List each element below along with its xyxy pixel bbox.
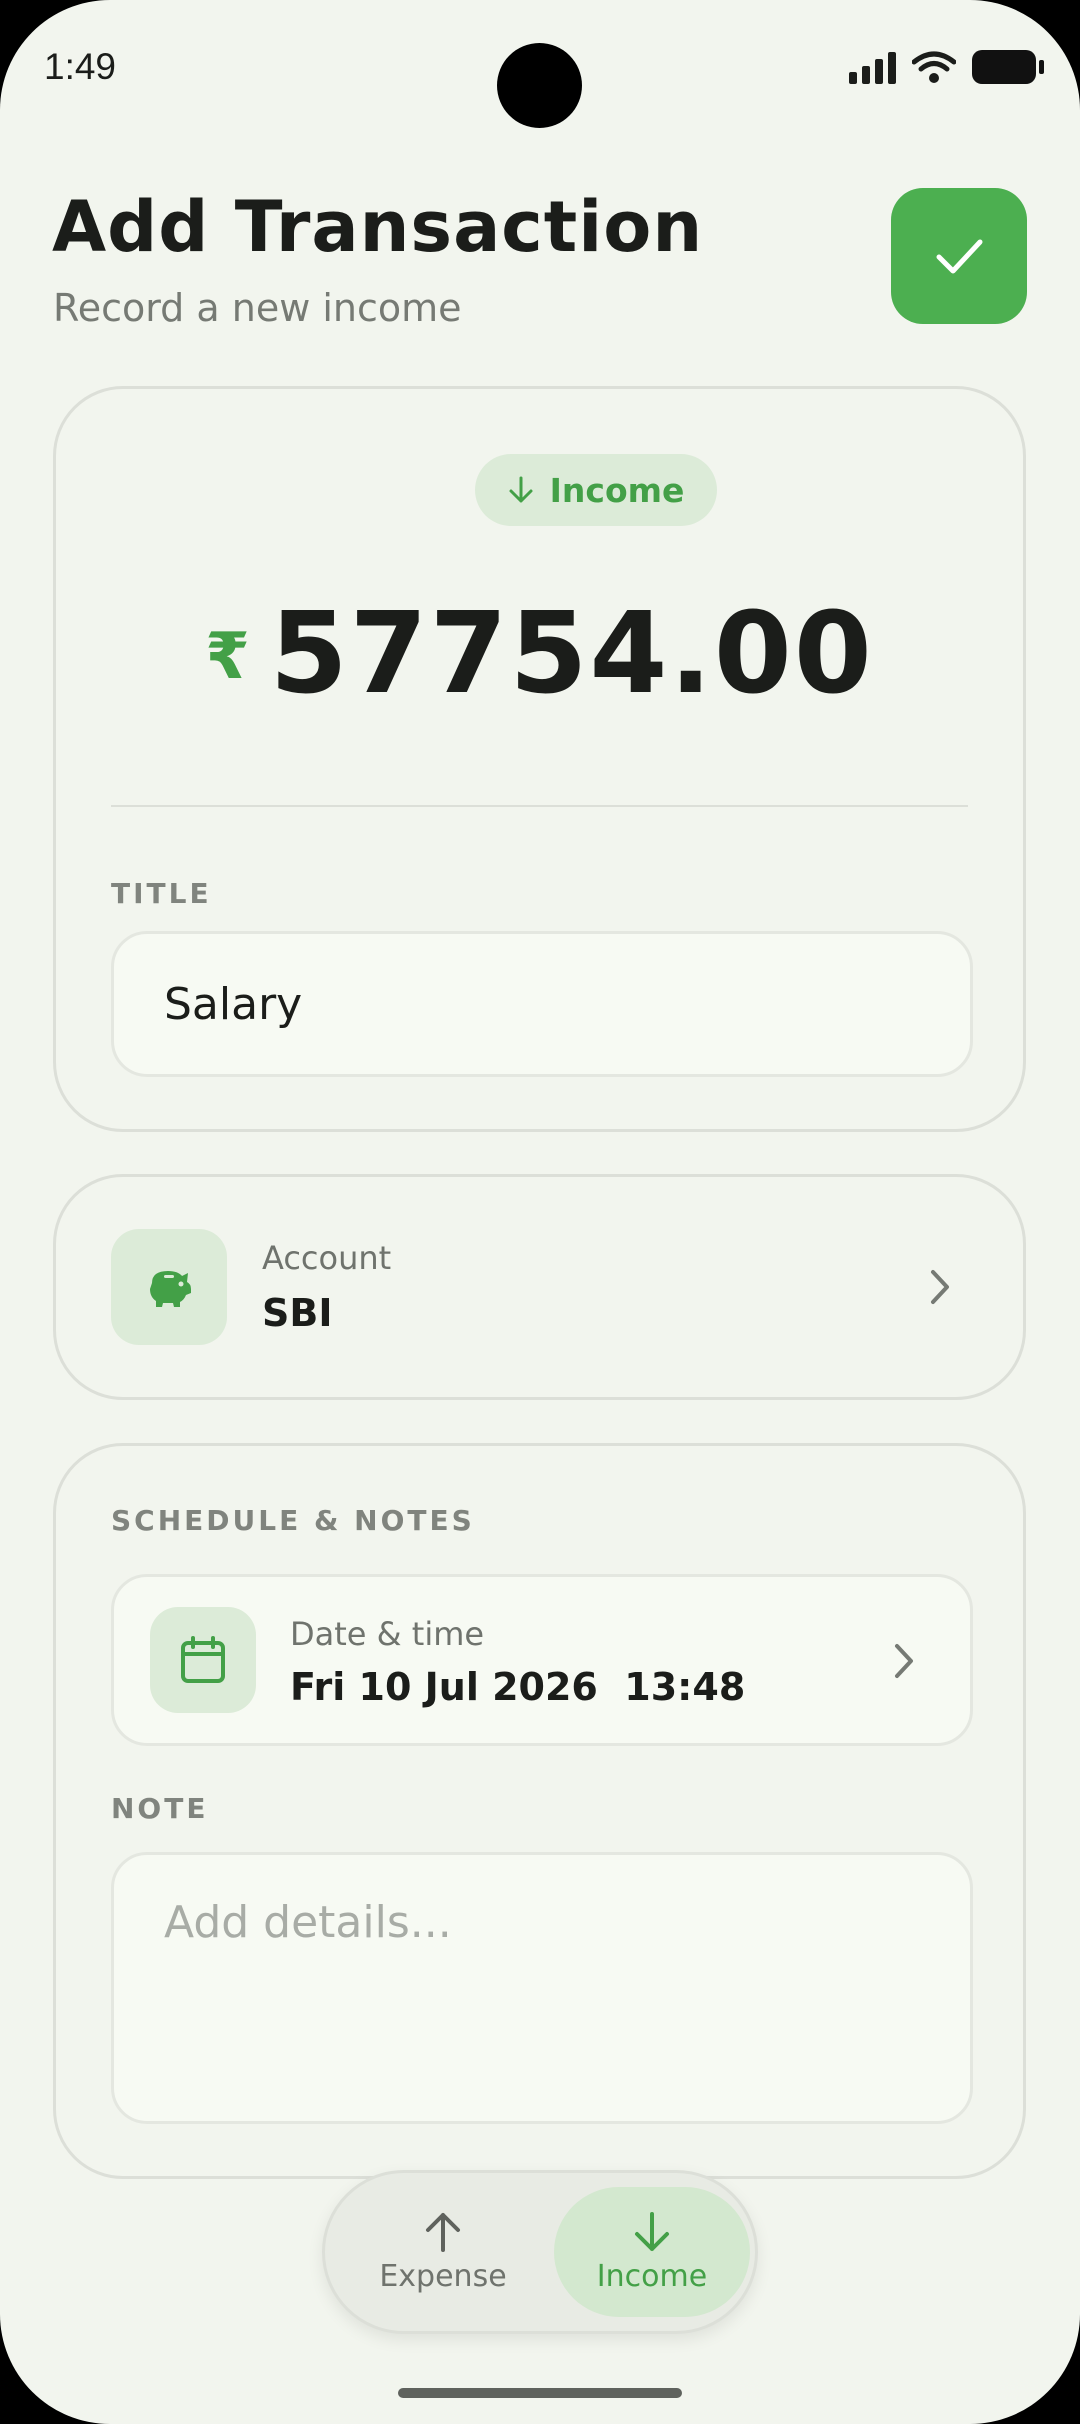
page-subtitle: Record a new income (53, 286, 462, 330)
transaction-type-chip[interactable]: Income (475, 454, 717, 526)
note-input[interactable]: Add details... (111, 1852, 973, 2124)
schedule-notes-card: SCHEDULE & NOTES Date & time Fri 10 Jul … (53, 1443, 1026, 2179)
schedule-section-label: SCHEDULE & NOTES (111, 1504, 475, 1537)
divider (111, 805, 968, 807)
note-label: NOTE (111, 1792, 209, 1825)
account-value: SBI (262, 1291, 333, 1335)
battery-icon (972, 50, 1044, 84)
arrow-down-icon (635, 2211, 669, 2251)
toggle-income-label: Income (596, 2258, 708, 2294)
account-caption: Account (262, 1239, 392, 1277)
account-icon-tile (111, 1229, 227, 1345)
currency-symbol: ₹ (205, 620, 250, 694)
camera-cutout (497, 43, 582, 128)
home-indicator[interactable] (398, 2388, 682, 2398)
arrow-up-icon (426, 2212, 460, 2252)
date-value: Fri 10 Jul 2026 13:48 (290, 1665, 746, 1709)
screen: 1:49 Add Transaction Record a new income… (0, 0, 1080, 2424)
toggle-expense[interactable]: Expense (345, 2187, 541, 2317)
transaction-type-label: Income (549, 470, 685, 510)
title-label: TITLE (111, 877, 212, 910)
account-selector[interactable]: Account SBI (53, 1174, 1026, 1400)
amount-card: Income ₹ 57754.00 TITLE Salary (53, 386, 1026, 1132)
status-icons (849, 50, 1044, 84)
title-input[interactable]: Salary (111, 931, 973, 1077)
piggy-bank-icon (150, 1271, 191, 1307)
amount-row[interactable]: ₹ 57754.00 (56, 589, 1023, 719)
chevron-right-icon (895, 1644, 913, 1678)
amount-value[interactable]: 57754.00 (270, 589, 874, 719)
toggle-expense-label: Expense (379, 2258, 507, 2294)
toggle-income[interactable]: Income (554, 2187, 750, 2317)
date-icon-tile (150, 1607, 256, 1713)
save-button[interactable] (891, 188, 1027, 324)
title-input-value: Salary (164, 978, 303, 1030)
date-caption: Date & time (290, 1615, 485, 1653)
signal-icon (849, 50, 896, 84)
checkmark-icon (936, 239, 983, 274)
status-time: 1:49 (44, 46, 117, 87)
chevron-right-icon (931, 1270, 949, 1304)
transaction-type-toggle: Expense Income (322, 2170, 758, 2334)
calendar-icon (181, 1636, 225, 1683)
wifi-icon (912, 51, 956, 83)
page-title: Add Transaction (52, 186, 704, 268)
date-time-picker[interactable]: Date & time Fri 10 Jul 2026 13:48 (111, 1574, 973, 1746)
note-placeholder: Add details... (164, 1897, 452, 1948)
arrow-down-icon (509, 476, 533, 503)
